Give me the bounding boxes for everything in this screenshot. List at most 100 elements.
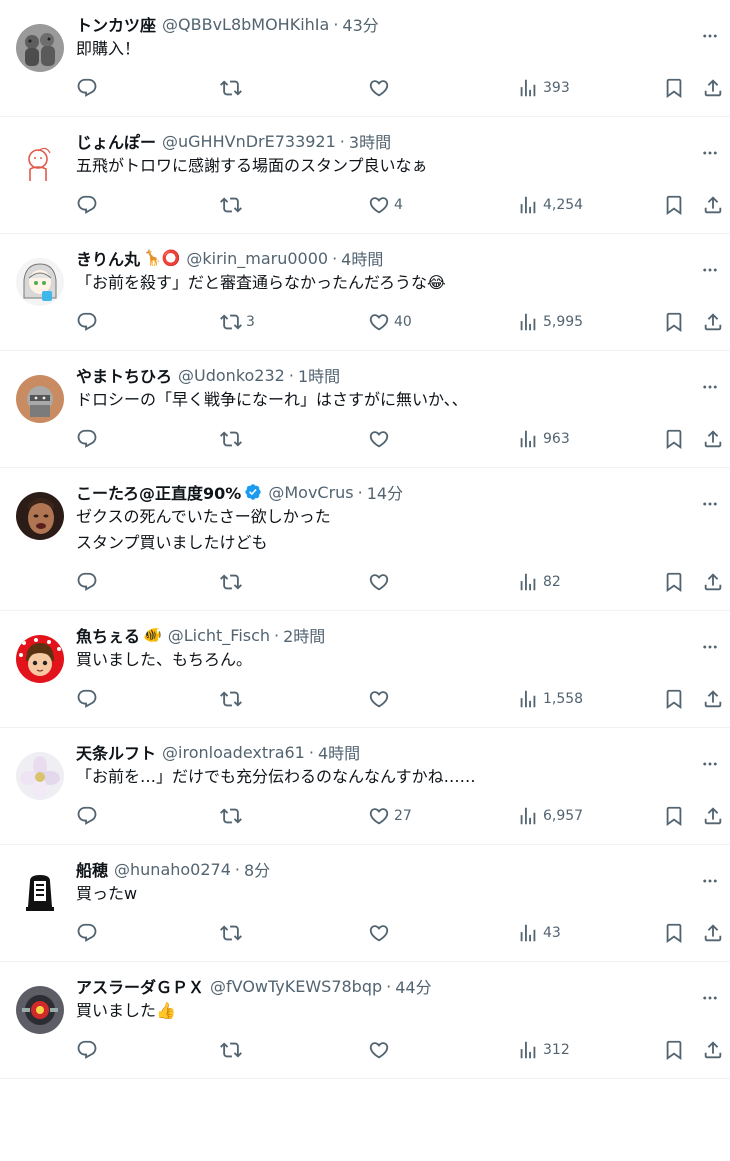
reply-button[interactable]: [76, 919, 98, 947]
user-handle[interactable]: @hunaho0274: [114, 860, 231, 879]
more-icon[interactable]: [700, 637, 720, 657]
user-handle[interactable]: @ironloadextra61: [162, 743, 305, 762]
avatar[interactable]: [16, 258, 64, 306]
tweet[interactable]: 魚ちぇる 🐠 @Licht_Fisch · 2時間 買いました、もちろん。 1,558: [0, 623, 730, 728]
user-handle[interactable]: @QBBvL8bMOHKihIa: [162, 15, 329, 34]
timestamp[interactable]: 4時間: [341, 246, 383, 270]
reply-button[interactable]: [76, 191, 98, 219]
timestamp[interactable]: 1時間: [298, 363, 340, 387]
display-name[interactable]: 魚ちぇる: [76, 623, 140, 647]
reply-button[interactable]: [76, 74, 98, 102]
display-name[interactable]: 天条ルフト: [76, 740, 156, 764]
tweet[interactable]: 天条ルフト @ironloadextra61 · 4時間 「お前を…」だけでも充分伝わる…: [0, 740, 730, 845]
tweet[interactable]: アスラーダＧＰＸ @fVOwTyKEWS78bqp · 44分 買いました👍 312: [0, 974, 730, 1079]
retweet-button[interactable]: [220, 802, 246, 830]
like-button[interactable]: [368, 425, 394, 453]
bookmark-button[interactable]: [663, 308, 685, 336]
timestamp[interactable]: 3時間: [349, 129, 391, 153]
bookmark-button[interactable]: [663, 74, 685, 102]
display-name[interactable]: やまトちひろ: [76, 363, 172, 387]
user-handle[interactable]: @Licht_Fisch: [168, 626, 270, 645]
tweet[interactable]: 船穂 @hunaho0274 · 8分 買ったw 43: [0, 857, 730, 962]
display-name[interactable]: じょんぽー: [76, 129, 156, 153]
avatar[interactable]: [16, 375, 64, 423]
share-button[interactable]: [702, 685, 724, 713]
timestamp[interactable]: 44分: [395, 974, 431, 998]
user-handle[interactable]: @kirin_maru0000: [186, 249, 328, 268]
bookmark-button[interactable]: [663, 802, 685, 830]
tweet[interactable]: トンカツ座 @QBBvL8bMOHKihIa · 43分 即購入！ 393: [0, 12, 730, 117]
share-button[interactable]: [702, 568, 724, 596]
reply-button[interactable]: [76, 802, 98, 830]
views-button[interactable]: 312: [517, 1036, 570, 1064]
timestamp[interactable]: 8分: [244, 857, 270, 881]
retweet-button[interactable]: 3: [220, 308, 255, 336]
views-button[interactable]: 6,957: [517, 802, 583, 830]
avatar[interactable]: [16, 869, 64, 917]
retweet-button[interactable]: [220, 685, 246, 713]
retweet-button[interactable]: [220, 74, 246, 102]
share-button[interactable]: [702, 425, 724, 453]
share-button[interactable]: [702, 802, 724, 830]
timestamp[interactable]: 4時間: [318, 740, 360, 764]
avatar[interactable]: [16, 24, 64, 72]
views-button[interactable]: 963: [517, 425, 570, 453]
views-button[interactable]: 4,254: [517, 191, 583, 219]
display-name[interactable]: アスラーダＧＰＸ: [76, 974, 204, 998]
bookmark-button[interactable]: [663, 1036, 685, 1064]
share-button[interactable]: [702, 308, 724, 336]
more-icon[interactable]: [700, 871, 720, 891]
more-icon[interactable]: [700, 260, 720, 280]
views-button[interactable]: 43: [517, 919, 561, 947]
retweet-button[interactable]: [220, 425, 246, 453]
views-button[interactable]: 1,558: [517, 685, 583, 713]
retweet-button[interactable]: [220, 919, 246, 947]
tweet[interactable]: じょんぽー @uGHHVnDrE733921 · 3時間 五飛がトロワに感謝する場面のス…: [0, 129, 730, 234]
views-button[interactable]: 82: [517, 568, 561, 596]
timestamp[interactable]: 14分: [367, 480, 403, 504]
share-button[interactable]: [702, 74, 724, 102]
display-name[interactable]: 船穂: [76, 857, 108, 881]
like-button[interactable]: [368, 74, 394, 102]
display-name[interactable]: きりん丸: [76, 246, 140, 270]
reply-button[interactable]: [76, 308, 98, 336]
user-handle[interactable]: @Udonko232: [178, 366, 285, 385]
like-button[interactable]: [368, 568, 394, 596]
like-button[interactable]: [368, 919, 394, 947]
share-button[interactable]: [702, 919, 724, 947]
avatar[interactable]: [16, 986, 64, 1034]
more-icon[interactable]: [700, 377, 720, 397]
more-icon[interactable]: [700, 988, 720, 1008]
tweet[interactable]: こーたろ@正直度90% @MovCrus · 14分 ゼクスの死んでいたさー欲しかったス…: [0, 480, 730, 611]
avatar[interactable]: [16, 752, 64, 800]
timestamp[interactable]: 2時間: [283, 623, 325, 647]
tweet[interactable]: やまトちひろ @Udonko232 · 1時間 ドロシーの「早く戦争になーれ」はさすがに…: [0, 363, 730, 468]
reply-button[interactable]: [76, 425, 98, 453]
more-icon[interactable]: [700, 26, 720, 46]
more-icon[interactable]: [700, 143, 720, 163]
avatar[interactable]: [16, 141, 64, 189]
like-button[interactable]: [368, 685, 394, 713]
avatar[interactable]: [16, 492, 64, 540]
more-icon[interactable]: [700, 494, 720, 514]
bookmark-button[interactable]: [663, 568, 685, 596]
retweet-button[interactable]: [220, 191, 246, 219]
views-button[interactable]: 5,995: [517, 308, 583, 336]
bookmark-button[interactable]: [663, 919, 685, 947]
like-button[interactable]: 27: [368, 802, 412, 830]
share-button[interactable]: [702, 1036, 724, 1064]
bookmark-button[interactable]: [663, 685, 685, 713]
user-handle[interactable]: @MovCrus: [268, 483, 353, 502]
reply-button[interactable]: [76, 568, 98, 596]
more-icon[interactable]: [700, 754, 720, 774]
retweet-button[interactable]: [220, 1036, 246, 1064]
bookmark-button[interactable]: [663, 425, 685, 453]
display-name[interactable]: こーたろ@正直度90%: [76, 480, 241, 504]
user-handle[interactable]: @fVOwTyKEWS78bqp: [210, 977, 382, 996]
avatar[interactable]: [16, 635, 64, 683]
user-handle[interactable]: @uGHHVnDrE733921: [162, 132, 336, 151]
like-button[interactable]: [368, 1036, 394, 1064]
display-name[interactable]: トンカツ座: [76, 12, 156, 36]
retweet-button[interactable]: [220, 568, 246, 596]
views-button[interactable]: 393: [517, 74, 570, 102]
